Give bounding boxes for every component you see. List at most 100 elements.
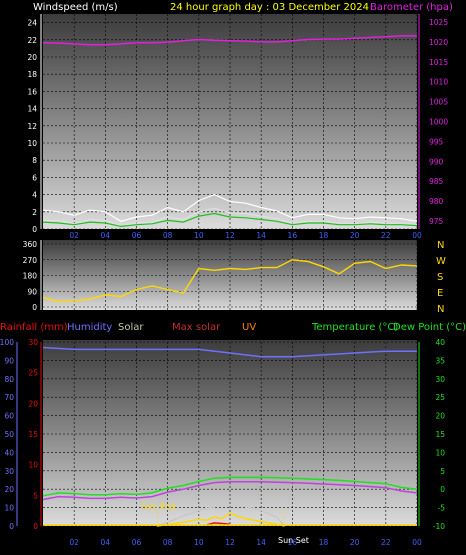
dir-y-tick: 360	[23, 240, 38, 249]
baro-y-tick: 990	[429, 157, 444, 166]
windspeed-title: Windspeed (m/s)	[33, 2, 118, 13]
humidity-y-tick: 40	[4, 448, 14, 457]
temp-x-tick: 10	[194, 538, 204, 547]
wind-x-tick: 16	[288, 231, 298, 240]
wind-x-tick: 08	[163, 231, 173, 240]
rain-y-tick: 0	[33, 522, 38, 531]
dir-y-tick: 0	[32, 303, 37, 312]
dir-y-tick: 270	[23, 256, 38, 265]
wind-y-tick: 4	[32, 191, 37, 200]
legend-temperature: Temperature (°C)	[311, 322, 398, 333]
humidity-y-tick: 70	[4, 393, 14, 402]
wind-y-tick: 22	[27, 36, 37, 45]
temp-x-tick: 06	[132, 538, 142, 547]
temp-x-tick: 04	[101, 538, 111, 547]
humidity-y-tick: 90	[4, 356, 14, 365]
wind-y-tick: 6	[32, 173, 37, 182]
wind-x-tick: 12	[225, 231, 235, 240]
temp-y-tick: 5	[440, 467, 445, 476]
temp-x-tick: 20	[350, 538, 360, 547]
rain-y-tick: 5	[33, 491, 38, 500]
humidity-y-tick: 10	[4, 504, 14, 513]
baro-y-tick: 1010	[429, 78, 448, 87]
baro-y-tick: 980	[429, 197, 444, 206]
wind-x-tick: 06	[132, 231, 142, 240]
temp-y-tick: 20	[435, 412, 445, 421]
legend-humidity: Humidity	[67, 322, 112, 333]
temp-y-tick: 15	[435, 430, 445, 439]
temp-y-tick: -10	[433, 522, 445, 531]
direction-n-bottom: N	[437, 304, 444, 315]
wind-y-tick: 24	[27, 19, 37, 28]
temp-x-tick: 08	[163, 538, 173, 547]
temp-y-tick: 0	[440, 485, 445, 494]
rain-y-tick: 25	[28, 369, 38, 378]
humidity-y-tick: 60	[4, 412, 14, 421]
wind-x-tick: 18	[319, 231, 329, 240]
direction-panel-bg	[43, 240, 417, 310]
humidity-y-tick: 0	[9, 522, 14, 531]
humidity-y-tick: 20	[4, 485, 14, 494]
graph-date-title: 24 hour graph day : 03 December 2024	[170, 2, 369, 13]
wind-y-tick: 20	[27, 53, 37, 62]
rain-y-tick: 15	[28, 430, 38, 439]
temp-x-tick: 00	[412, 538, 422, 547]
temp-x-tick: 02	[69, 538, 79, 547]
wind-y-tick: 16	[27, 87, 37, 96]
wind-x-tick: 00	[412, 231, 422, 240]
humidity-y-tick: 100	[0, 338, 14, 347]
wind-y-tick: 10	[27, 139, 37, 148]
temp-x-tick: 22	[381, 538, 391, 547]
baro-y-tick: 995	[429, 137, 444, 146]
baro-y-tick: 1025	[429, 18, 448, 27]
wind-y-tick: 2	[32, 208, 37, 217]
wind-x-tick: 04	[101, 231, 111, 240]
baro-y-tick: 975	[429, 217, 444, 226]
baro-y-tick: 1005	[429, 98, 448, 107]
wind-y-tick: 12	[27, 122, 37, 131]
baro-y-tick: 1000	[429, 118, 448, 127]
legend-uv: UV	[242, 322, 256, 333]
temp-x-tick: 14	[256, 538, 266, 547]
dir-y-tick: 90	[27, 287, 37, 296]
direction-w: W	[436, 256, 446, 267]
wind-y-tick: 8	[32, 156, 37, 165]
wind-x-tick: 22	[381, 231, 391, 240]
humidity-y-tick: 80	[4, 375, 14, 384]
wind-y-tick: 18	[27, 70, 37, 79]
baro-y-tick: 1020	[429, 38, 448, 47]
legend-dew-point: Dew Point (°C)	[393, 322, 466, 333]
direction-e: E	[437, 288, 443, 299]
weather-graph-canvas: Windspeed (m/s) 24 hour graph day : 03 D…	[0, 2, 466, 547]
direction-n-top: N	[437, 240, 444, 251]
legend-rainfall: Rainfall (mm)	[0, 322, 68, 333]
humidity-y-tick: 50	[4, 430, 14, 439]
baro-y-tick: 1015	[429, 58, 448, 67]
temp-x-tick: 12	[225, 538, 235, 547]
wind-y-tick: 14	[27, 105, 37, 114]
wind-x-tick: 20	[350, 231, 360, 240]
wind-x-tick: 14	[256, 231, 266, 240]
sunrise-label: Sun Rise	[142, 502, 177, 511]
rain-y-tick: 10	[28, 461, 38, 470]
temp-y-tick: 10	[435, 448, 445, 457]
rain-y-tick: 30	[28, 338, 38, 347]
humidity-y-tick: 30	[4, 467, 14, 476]
baro-y-tick: 985	[429, 177, 444, 186]
wind-x-tick: 10	[194, 231, 204, 240]
barometer-title: Barometer (hpa)	[370, 2, 453, 13]
temp-y-tick: 25	[435, 393, 445, 402]
dir-y-tick: 180	[23, 272, 38, 281]
direction-s: S	[437, 272, 443, 283]
rain-y-tick: 20	[28, 399, 38, 408]
legend-solar: Solar	[118, 322, 144, 333]
wind-y-tick: 0	[32, 225, 37, 234]
temp-x-tick: 18	[319, 538, 329, 547]
temp-y-tick: 30	[435, 375, 445, 384]
temp-y-tick: 40	[435, 338, 445, 347]
wind-x-tick: 02	[69, 231, 79, 240]
legend-max-solar: Max solar	[172, 322, 221, 333]
sunset-label: Sun Set	[278, 536, 309, 545]
temp-y-tick: 35	[435, 356, 445, 365]
temp-y-tick: -5	[438, 504, 446, 513]
